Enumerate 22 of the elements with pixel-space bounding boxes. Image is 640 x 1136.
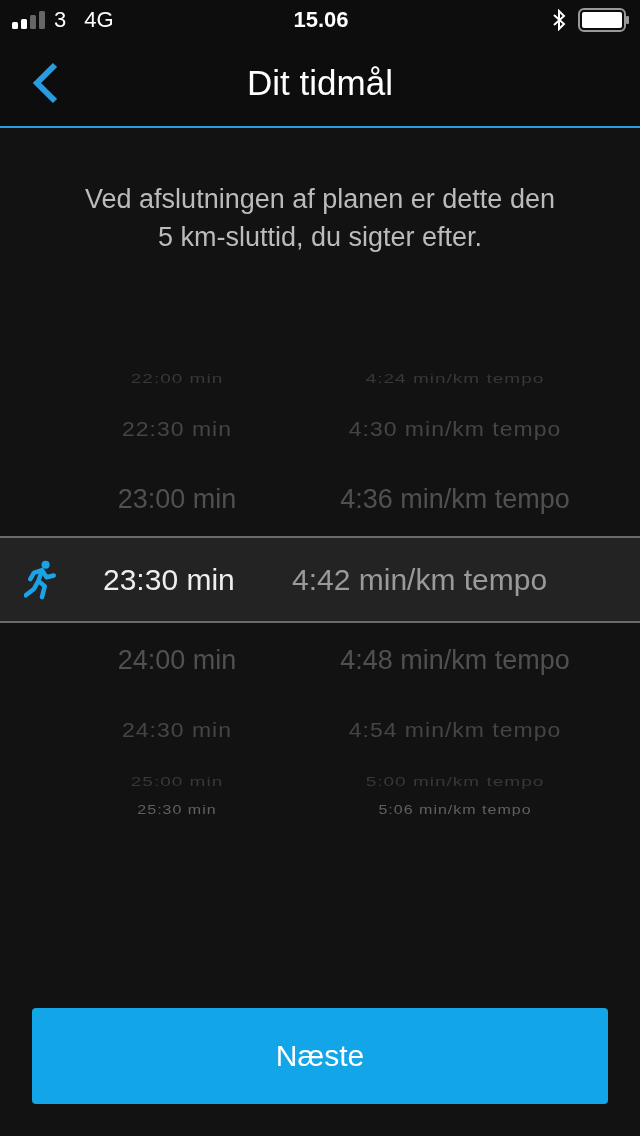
signal-icon (12, 11, 48, 29)
back-button[interactable] (30, 62, 60, 104)
selected-picker-row[interactable]: 23:30 min 4:42 min/km tempo (0, 536, 640, 623)
goal-time: 24:00 min (117, 646, 237, 674)
network-label: 4G (84, 7, 114, 33)
picker-row[interactable]: 23:00 min 4:36 min/km tempo (0, 462, 640, 536)
pace-label: 4:42 min/km tempo (292, 564, 548, 595)
pace-label: 5:06 min/km tempo (378, 804, 532, 816)
instruction-text: Ved afslutningen af planen er dette den 5 km-sluttid, du sigter efter. (84, 183, 556, 254)
pace-label: 4:48 min/km tempo (340, 646, 570, 674)
clock-time: 15.06 (293, 7, 349, 32)
carrier-label: 3 (54, 7, 67, 33)
pace-label: 4:36 min/km tempo (340, 485, 570, 513)
goal-time: 23:00 min (117, 485, 237, 513)
goal-time: 25:30 min (137, 804, 217, 816)
next-button[interactable]: Næste (32, 1008, 608, 1104)
bluetooth-icon (552, 9, 566, 31)
goal-time: 23:30 min (103, 564, 235, 595)
battery-icon (578, 8, 630, 32)
picker-row[interactable]: 24:00 min 4:48 min/km tempo (0, 623, 640, 697)
screen-title: Dit tidmål (247, 63, 393, 102)
picker-row[interactable]: 25:30 min 5:06 min/km tempo (0, 799, 640, 821)
